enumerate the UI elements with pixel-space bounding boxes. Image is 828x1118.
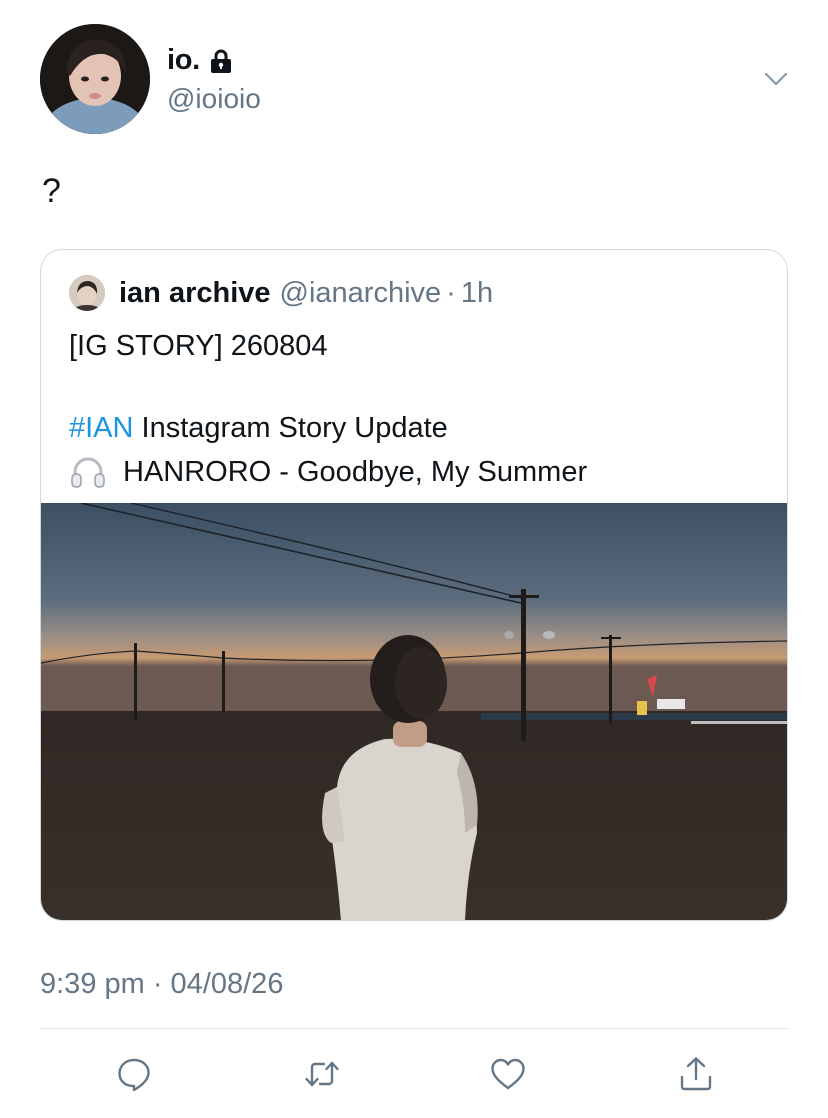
tweet-detail: io. @ioioio ? ian archive @ianarchive · … <box>0 0 828 1118</box>
heart-icon <box>491 1058 525 1090</box>
more-options-chevron-icon[interactable] <box>763 66 789 92</box>
headphones-icon <box>69 453 107 491</box>
quoted-text-line-2-rest: Instagram Story Update <box>133 412 448 444</box>
quoted-author-avatar <box>69 275 105 311</box>
quoted-media-photo[interactable] <box>41 503 787 920</box>
like-button[interactable] <box>486 1052 530 1096</box>
quoted-tweet-header: ian archive @ianarchive · 1h <box>69 275 493 311</box>
quoted-time: 1h <box>460 276 494 309</box>
retweet-button[interactable] <box>300 1052 344 1096</box>
quoted-separator: · <box>446 276 456 309</box>
quoted-text-line-3: HANRORO - Goodbye, My Summer <box>69 453 587 491</box>
quoted-tweet-card[interactable]: ian archive @ianarchive · 1h [IG STORY] … <box>40 249 788 921</box>
quoted-author-handle: @ianarchive <box>279 276 442 309</box>
author-display-name[interactable]: io. <box>167 44 234 77</box>
tweet-timestamp[interactable]: 9:39 pm · 04/08/26 <box>40 968 283 1001</box>
lock-icon <box>208 48 234 74</box>
author-name-text: io. <box>167 44 200 76</box>
reply-button[interactable] <box>112 1052 156 1096</box>
share-icon <box>680 1057 712 1091</box>
reply-icon <box>118 1058 150 1092</box>
hashtag-link[interactable]: #IAN <box>69 412 133 444</box>
retweet-icon <box>305 1061 339 1087</box>
quoted-author-name: ian archive <box>119 276 271 309</box>
share-button[interactable] <box>674 1052 718 1096</box>
quoted-text-line-2: #IAN Instagram Story Update <box>69 412 448 445</box>
quoted-text-line-1: [IG STORY] 260804 <box>69 330 328 362</box>
divider <box>40 1028 788 1029</box>
author-avatar[interactable] <box>40 24 150 134</box>
author-handle[interactable]: @ioioio <box>167 83 261 115</box>
action-bar <box>0 1052 828 1100</box>
quoted-text-line-3-text: HANRORO - Goodbye, My Summer <box>123 455 588 488</box>
tweet-text: ? <box>42 172 61 210</box>
